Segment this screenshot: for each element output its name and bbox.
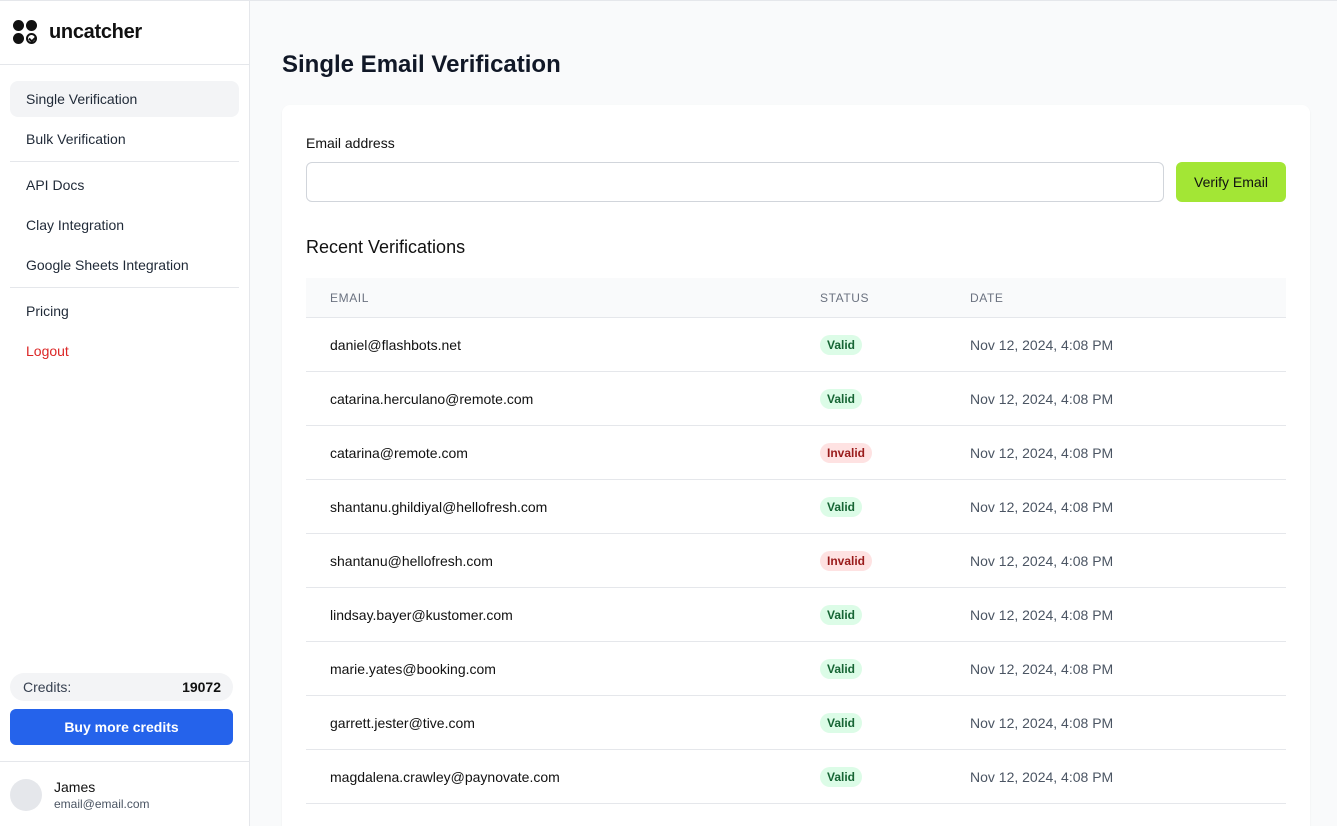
table-row[interactable]: shantanu@hellofresh.com Invalid Nov 12, 20… (306, 534, 1286, 588)
table-row[interactable]: catarina.herculano@remote.com Valid Nov 12… (306, 372, 1286, 426)
buy-credits-button[interactable]: Buy more credits (10, 709, 233, 745)
sidebar-item-api-docs[interactable]: API Docs (10, 167, 239, 203)
row-date: Nov 12, 2024, 4:08 PM (970, 390, 1114, 407)
row-status-cell: Valid (820, 334, 863, 355)
sidebar-nav: Single Verification Bulk Verification AP… (0, 65, 249, 369)
status-badge: Valid (820, 496, 863, 517)
row-status-cell: Valid (820, 496, 863, 517)
row-date: Nov 12, 2024, 4:08 PM (970, 714, 1114, 731)
column-header-date: Date (970, 290, 1004, 305)
avatar (10, 778, 42, 811)
status-badge: Valid (820, 766, 863, 787)
sidebar: uncatcher Single Verification Bulk Verif… (0, 0, 250, 826)
verification-card: Email address Verify Email Recent Verifi… (282, 105, 1310, 826)
uncatcher-logo-icon (13, 19, 39, 46)
row-email: lindsay.bayer@kustomer.com (330, 606, 513, 623)
table-row[interactable]: garrett.jester@tive.com Valid Nov 12, 2024… (306, 696, 1286, 750)
row-status-cell: Valid (820, 388, 863, 409)
row-date: Nov 12, 2024, 4:08 PM (970, 498, 1114, 515)
recent-verifications-title: Recent Verifications (306, 237, 466, 257)
table-row[interactable]: shantanu.ghildiyal@hellofresh.com Valid No… (306, 480, 1286, 534)
status-badge: Valid (820, 334, 863, 355)
row-status-cell: Valid (820, 766, 863, 787)
brand-name: uncatcher (49, 21, 142, 43)
row-email: catarina@remote.com (330, 444, 468, 461)
credits-badge: Credits: 19072 (10, 673, 233, 701)
sidebar-item-clay-integration[interactable]: Clay Integration (10, 207, 239, 243)
sidebar-item-google-sheets-integration[interactable]: Google Sheets Integration (10, 247, 239, 283)
sidebar-divider (10, 287, 239, 288)
row-email: shantanu@hellofresh.com (330, 552, 493, 569)
row-status-cell: Valid (820, 658, 863, 679)
verify-email-button[interactable]: Verify Email (1176, 162, 1286, 202)
sidebar-item-single-verification[interactable]: Single Verification (10, 81, 239, 117)
credits-label: Credits: (23, 679, 72, 695)
user-name: James (54, 778, 96, 795)
user-profile[interactable]: James email@email.com (0, 761, 249, 826)
table-row[interactable]: marie.yates@booking.com Valid Nov 12, 2024… (306, 642, 1286, 696)
recent-verifications-table: Email Status Date daniel@flashbots.net Va… (306, 278, 1286, 804)
sidebar-item-logout[interactable]: Logout (10, 333, 239, 369)
status-badge: Valid (820, 658, 863, 679)
row-status-cell: Invalid (820, 442, 873, 463)
row-date: Nov 12, 2024, 4:08 PM (970, 768, 1114, 785)
credits-value: 19072 (182, 679, 221, 695)
column-header-status: Status (820, 290, 870, 305)
row-email: daniel@flashbots.net (330, 336, 461, 353)
row-email: shantanu.ghildiyal@hellofresh.com (330, 498, 548, 515)
row-date: Nov 12, 2024, 4:08 PM (970, 606, 1114, 623)
main-content: Single Email Verification Email address … (250, 0, 1337, 826)
row-date: Nov 12, 2024, 4:08 PM (970, 660, 1114, 677)
row-date: Nov 12, 2024, 4:08 PM (970, 552, 1114, 569)
table-header: Email Status Date (306, 278, 1286, 318)
table-row[interactable]: daniel@flashbots.net Valid Nov 12, 2024, 4… (306, 318, 1286, 372)
row-status-cell: Valid (820, 604, 863, 625)
sidebar-divider (10, 161, 239, 162)
status-badge: Valid (820, 712, 863, 733)
sidebar-item-bulk-verification[interactable]: Bulk Verification (10, 121, 239, 157)
column-header-email: Email (330, 290, 370, 305)
row-email: marie.yates@booking.com (330, 660, 496, 677)
status-badge: Valid (820, 388, 863, 409)
row-email: magdalena.crawley@paynovate.com (330, 768, 560, 785)
status-badge: Invalid (820, 550, 873, 571)
status-badge: Valid (820, 604, 863, 625)
table-row[interactable]: lindsay.bayer@kustomer.com Valid Nov 12, 2… (306, 588, 1286, 642)
row-date: Nov 12, 2024, 4:08 PM (970, 444, 1114, 461)
sidebar-item-pricing[interactable]: Pricing (10, 293, 239, 329)
user-email: email@email.com (54, 796, 150, 811)
email-field-label: Email address (306, 135, 395, 151)
row-email: garrett.jester@tive.com (330, 714, 475, 731)
brand[interactable]: uncatcher (0, 1, 249, 65)
row-status-cell: Invalid (820, 550, 873, 571)
row-date: Nov 12, 2024, 4:08 PM (970, 336, 1114, 353)
email-input[interactable] (306, 162, 1164, 202)
table-row[interactable]: magdalena.crawley@paynovate.com Valid Nov … (306, 750, 1286, 804)
page-title: Single Email Verification (282, 51, 561, 78)
row-email: catarina.herculano@remote.com (330, 390, 534, 407)
table-row[interactable]: catarina@remote.com Invalid Nov 12, 2024, … (306, 426, 1286, 480)
row-status-cell: Valid (820, 712, 863, 733)
status-badge: Invalid (820, 442, 873, 463)
table-body: daniel@flashbots.net Valid Nov 12, 2024, 4… (306, 318, 1286, 804)
